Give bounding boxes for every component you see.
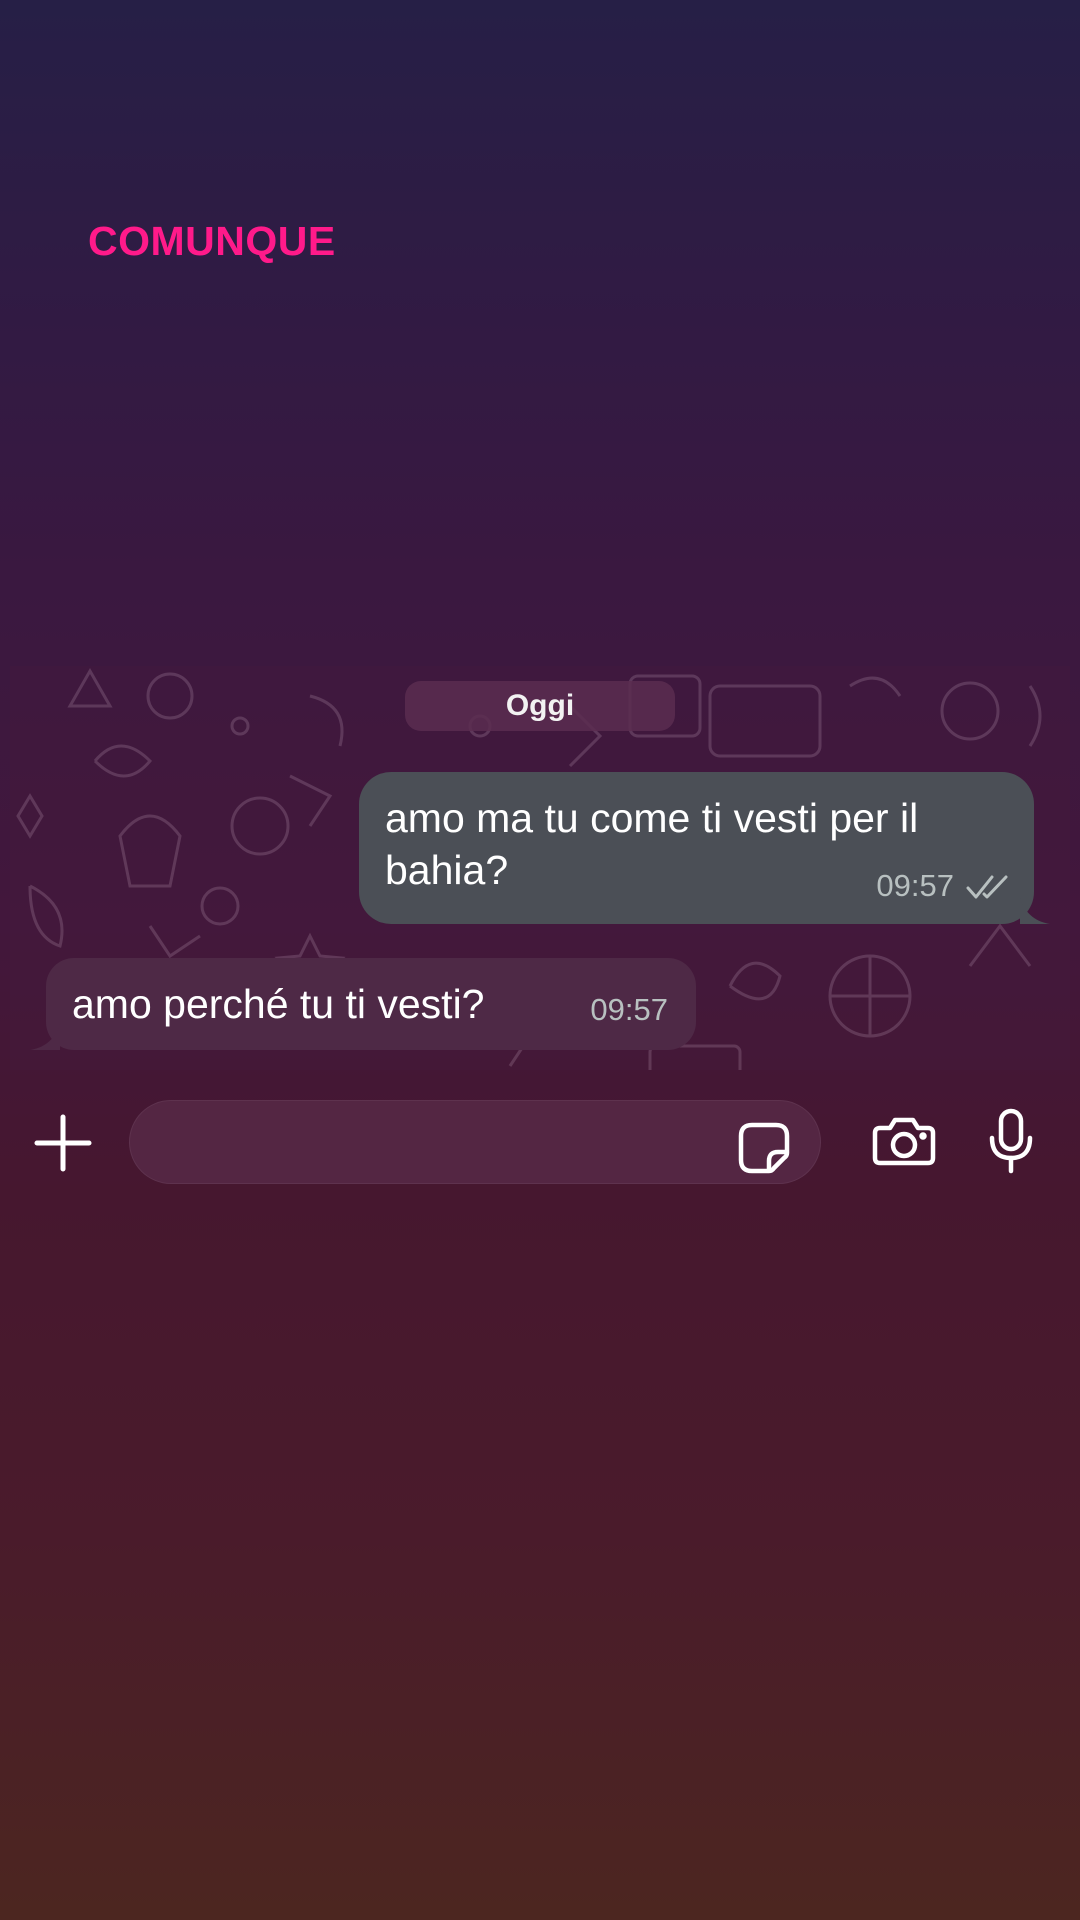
incoming-message-text: amo perché tu ti vesti? xyxy=(72,981,485,1027)
incoming-message-bubble[interactable]: amo perché tu ti vesti? 09:57 xyxy=(30,958,696,1050)
microphone-icon[interactable] xyxy=(985,1104,1037,1178)
message-meta: 09:57 xyxy=(590,980,668,1036)
double-check-icon xyxy=(966,860,1010,912)
message-time: 09:57 xyxy=(590,992,668,1027)
message-meta: 09:57 xyxy=(876,860,1010,912)
message-composer xyxy=(0,1090,1080,1194)
sticker-icon[interactable] xyxy=(734,1118,794,1178)
plus-icon[interactable] xyxy=(30,1110,96,1176)
date-separator: Oggi xyxy=(405,681,675,731)
chat-panel: Oggi amo ma tu come ti vesti per il bahi… xyxy=(0,666,1080,1070)
overlay-caption: COMUNQUE xyxy=(88,218,336,264)
bubble-tail xyxy=(30,1024,60,1050)
message-input-field[interactable] xyxy=(129,1100,821,1185)
camera-icon[interactable] xyxy=(870,1108,938,1174)
bubble-tail xyxy=(1020,898,1050,924)
outgoing-message-bubble[interactable]: amo ma tu come ti vesti per il bahia? 09… xyxy=(359,772,1050,924)
date-label: Oggi xyxy=(505,689,575,722)
message-input[interactable] xyxy=(158,1101,722,1185)
message-time: 09:57 xyxy=(876,868,954,903)
